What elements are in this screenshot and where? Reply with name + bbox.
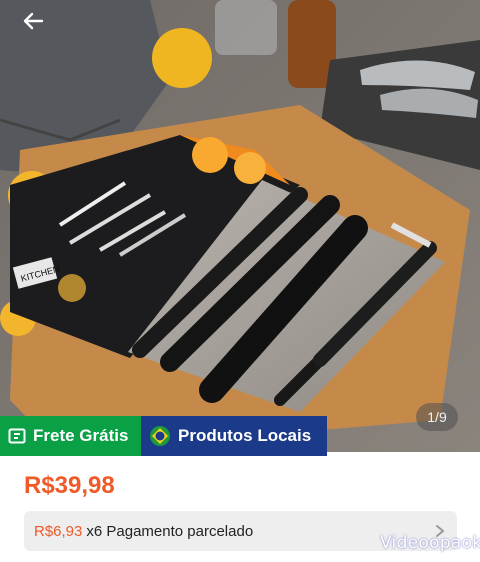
- installment-amount: R$6,93: [34, 522, 83, 540]
- arrow-left-icon: [23, 12, 44, 30]
- watermark: Videoopaok: [380, 533, 480, 553]
- local-products-label: Produtos Locais: [178, 426, 312, 445]
- free-shipping-label: Frete Grátis: [33, 426, 129, 445]
- truck-box-icon: [8, 428, 26, 444]
- free-shipping-badge: Frete Grátis: [0, 416, 141, 456]
- product-price: R$39,98: [24, 472, 115, 499]
- back-button[interactable]: [22, 12, 56, 40]
- image-counter: 1/9: [416, 403, 458, 431]
- product-image-gallery[interactable]: KITCHEN 1/9: [0, 0, 480, 452]
- product-photo: KITCHEN: [0, 0, 480, 452]
- local-products-badge: Produtos Locais: [141, 416, 327, 456]
- brazil-flag-icon: [149, 425, 171, 447]
- badge-row: Frete Grátis Produtos Locais: [0, 416, 327, 456]
- installment-text: x6 Pagamento parcelado: [86, 522, 254, 540]
